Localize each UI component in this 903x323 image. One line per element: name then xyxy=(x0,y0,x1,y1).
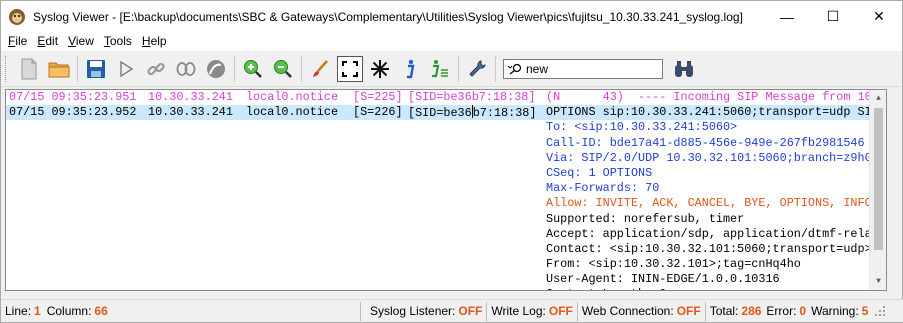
write-log-status: Write Log: OFF xyxy=(487,301,578,321)
log-continuation-line[interactable]: CSeq: 1 OPTIONS xyxy=(6,166,886,181)
menu-bar: File Edit View Tools Help xyxy=(1,32,902,51)
log-continuation-line[interactable]: Via: SIP/2.0/UDP 10.30.32.101:5060;branc… xyxy=(6,151,886,166)
menu-tools[interactable]: Tools xyxy=(99,32,137,51)
log-continuation-line[interactable]: Max-Forwards: 70 xyxy=(6,181,886,196)
zoom-out-icon[interactable] xyxy=(270,56,296,82)
sip-header-line: Contact: <sip:10.30.32.101:5060;transpor… xyxy=(546,241,872,256)
log-session-id: [SID=be36b7:18:38] xyxy=(408,105,537,121)
resize-grip-icon[interactable] xyxy=(874,305,886,317)
syslog-listener-status: Syslog Listener: OFF xyxy=(361,301,488,321)
info-list-icon[interactable] xyxy=(427,56,453,82)
vertical-scrollbar[interactable]: ▲ ▼ xyxy=(869,90,886,290)
log-continuation-line[interactable]: Allow: INVITE, ACK, CANCEL, BYE, OPTIONS… xyxy=(6,196,886,211)
scroll-up-arrow-icon[interactable]: ▲ xyxy=(870,90,886,107)
log-row-selected[interactable]: 07/15 09:35:23.952 10.30.33.241 local0.n… xyxy=(6,105,886,121)
log-date: 07/15 09:35:23.952 xyxy=(9,105,137,120)
new-file-icon[interactable] xyxy=(16,56,42,82)
toolbar-separator xyxy=(234,55,235,82)
loop-icon[interactable] xyxy=(173,56,199,82)
error-count: 0 xyxy=(799,304,807,318)
line-value: 1 xyxy=(34,304,41,318)
menu-help[interactable]: Help xyxy=(137,32,172,51)
sip-header-line: CSeq: 1 OPTIONS xyxy=(546,165,653,180)
log-facility: local0.notice xyxy=(246,105,339,120)
log-continuation-line[interactable]: Supported: norefersub, timer xyxy=(6,212,886,227)
freeze-icon[interactable] xyxy=(367,56,393,82)
link-icon[interactable] xyxy=(143,56,169,82)
brush-icon[interactable] xyxy=(307,56,333,82)
total-count: 286 xyxy=(741,304,762,318)
log-continuation-line[interactable]: To: <sip:10.30.33.241:5060> xyxy=(6,120,886,135)
open-folder-icon[interactable] xyxy=(46,56,72,82)
maximize-button[interactable]: ☐ xyxy=(810,1,856,32)
sip-header-line: User-Agent: ININ-EDGE/1.0.0.10316 xyxy=(546,272,780,287)
log-continuation-line[interactable]: Accept: application/sdp, application/dtm… xyxy=(6,227,886,242)
log-continuation-line[interactable]: Call-ID: bde17a41-d885-456e-949e-267fb29… xyxy=(6,136,886,151)
cursor-position: Line: 1 Column: 66 xyxy=(1,301,361,321)
sip-header-line: Accept: application/sdp, application/dtm… xyxy=(546,226,879,241)
column-label: Column: xyxy=(46,304,92,318)
play-icon[interactable] xyxy=(113,56,139,82)
column-value: 66 xyxy=(94,304,108,318)
log-ip: 10.30.33.241 xyxy=(148,90,233,104)
sip-header-line: Call-ID: bde17a41-d885-456e-949e-267fb29… xyxy=(546,135,865,150)
toolbar-separator xyxy=(77,55,78,82)
sip-header-line: Max-Forwards: 70 xyxy=(546,181,660,196)
line-label: Line: xyxy=(5,304,32,318)
title-bar: Syslog Viewer - [E:\backup\documents\SBC… xyxy=(1,1,902,32)
search-field[interactable] xyxy=(503,58,663,79)
web-connection-status: Web Connection: OFF xyxy=(578,301,706,321)
close-button[interactable]: ✕ xyxy=(856,1,902,32)
fullscreen-icon[interactable] xyxy=(337,55,363,82)
zoom-in-icon[interactable] xyxy=(240,56,266,82)
sip-header-line: Allow: INVITE, ACK, CANCEL, BYE, OPTIONS… xyxy=(546,196,872,211)
scrollbar-thumb[interactable] xyxy=(874,108,883,250)
syslog-viewer-window: Syslog Viewer - [E:\backup\documents\SBC… xyxy=(0,0,903,323)
log-seq: [S=226] xyxy=(353,105,403,120)
log-continuation-line[interactable]: From: <sip:10.30.32.101>;tag=cnHq4ho xyxy=(6,257,886,272)
binoculars-icon[interactable] xyxy=(671,56,697,82)
status-bar: Line: 1 Column: 66 Syslog Listener: OFF … xyxy=(1,299,903,322)
toolbar-grip[interactable] xyxy=(5,55,8,82)
log-continuation-line[interactable]: Content-Length: 0 xyxy=(6,287,886,290)
window-title: Syslog Viewer - [E:\backup\documents\SBC… xyxy=(33,9,743,24)
sip-header-line: Supported: norefersub, timer xyxy=(546,211,745,226)
log-message: OPTIONS sip:10.30.33.241:5060;transport=… xyxy=(546,105,886,120)
log-view[interactable]: 07/15 09:35:23.951 10.30.33.241 local0.n… xyxy=(5,89,887,291)
toolbar xyxy=(1,51,902,87)
minimize-button[interactable]: — xyxy=(764,1,810,32)
sip-header-line: Via: SIP/2.0/UDP 10.30.32.101:5060;branc… xyxy=(546,150,887,165)
log-row[interactable]: 07/15 09:35:23.951 10.30.33.241 local0.n… xyxy=(6,90,886,105)
log-continuation-line[interactable]: User-Agent: ININ-EDGE/1.0.0.10316 xyxy=(6,272,886,287)
sip-header-line: Content-Length: 0 xyxy=(546,287,666,290)
toolbar-separator xyxy=(301,55,302,82)
info-icon[interactable] xyxy=(397,56,423,82)
menu-view[interactable]: View xyxy=(63,32,99,51)
log-continuation-line[interactable]: Contact: <sip:10.30.32.101:5060;transpor… xyxy=(6,242,886,257)
warning-count: 5 xyxy=(861,304,869,318)
arc-icon[interactable] xyxy=(203,56,229,82)
message-counts: Total: 286 Error: 0 Warning: 5 xyxy=(709,304,869,318)
log-seq: [S=225] xyxy=(353,90,403,104)
scroll-down-arrow-icon[interactable]: ▼ xyxy=(870,273,886,290)
toolbar-separator xyxy=(458,55,459,82)
menu-edit[interactable]: Edit xyxy=(32,32,63,51)
log-facility: local0.notice xyxy=(246,90,339,104)
log-message: (N 43) ---- Incoming SIP Message from 10… xyxy=(546,90,879,104)
log-session-id: [SID=be36b7:18:38] xyxy=(408,90,536,104)
save-icon[interactable] xyxy=(83,56,109,82)
monkey-app-icon xyxy=(8,8,26,26)
wrench-icon[interactable] xyxy=(464,56,490,82)
menu-file[interactable]: File xyxy=(3,32,32,51)
toolbar-separator xyxy=(495,55,496,82)
log-date: 07/15 09:35:23.951 xyxy=(9,90,137,104)
log-ip: 10.30.33.241 xyxy=(148,105,233,120)
sip-header-line: To: <sip:10.30.33.241:5060> xyxy=(546,120,738,135)
search-input[interactable] xyxy=(526,61,656,76)
search-icon xyxy=(504,63,526,75)
sip-header-line: From: <sip:10.30.32.101>;tag=cnHq4ho xyxy=(546,257,801,272)
